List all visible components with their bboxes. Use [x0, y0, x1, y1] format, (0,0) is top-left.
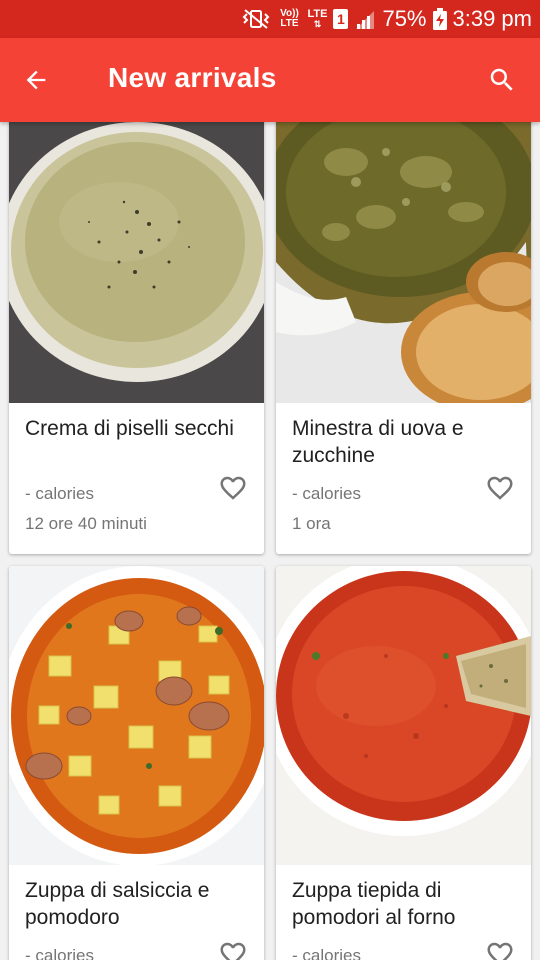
- app-bar: New arrivals: [0, 38, 540, 122]
- status-bar: Vo)) LTE LTE ⇅ 1 75% 3:39 pm: [0, 0, 540, 38]
- favorite-button[interactable]: [483, 472, 517, 504]
- lte-icon: LTE ⇅: [307, 8, 328, 30]
- recipe-photo: [276, 122, 531, 403]
- recipe-photo: [276, 566, 531, 865]
- vibrate-mute-icon: [243, 9, 270, 29]
- recipe-name: Minestra di uova e zucchine: [292, 417, 464, 467]
- favorite-button[interactable]: [483, 938, 517, 960]
- recipe-name: Zuppa di salsiccia e pomodoro: [25, 879, 210, 929]
- battery-percent: 75%: [382, 6, 427, 31]
- page-title: New arrivals: [108, 62, 277, 93]
- search-icon: [490, 68, 513, 91]
- volte-icon: Vo)) LTE: [277, 9, 301, 29]
- clock: 3:39 pm: [452, 6, 533, 31]
- heart-outline-icon: [487, 476, 513, 500]
- recipe-card[interactable]: Crema di piselli secchi - calories 12 or…: [9, 122, 264, 554]
- heart-outline-icon: [220, 476, 246, 500]
- heart-outline-icon: [220, 942, 246, 960]
- heart-outline-icon: [487, 942, 513, 960]
- recipe-name: Zuppa tiepida di pomodori al forno: [292, 879, 456, 929]
- volte-label: Vo)) LTE: [280, 8, 299, 29]
- recipe-calories: - calories: [25, 946, 94, 960]
- signal-icon: [356, 11, 375, 29]
- recipe-calories: - calories: [25, 484, 94, 503]
- search-button[interactable]: [482, 60, 522, 100]
- recipe-time: 1 ora: [292, 514, 331, 533]
- arrow-back-icon: [26, 70, 46, 90]
- recipe-card[interactable]: Minestra di uova e zucchine - calories 1…: [276, 122, 531, 554]
- recipe-calories: - calories: [292, 946, 361, 960]
- recipe-photo: [9, 566, 264, 865]
- recipe-photo: [9, 122, 264, 403]
- battery-charging-icon: [432, 8, 447, 30]
- recipe-card[interactable]: Zuppa di salsiccia e pomodoro - calories: [9, 566, 264, 960]
- back-button[interactable]: [16, 60, 56, 100]
- recipe-card[interactable]: Zuppa tiepida di pomodori al forno - cal…: [276, 566, 531, 960]
- sim-slot-icon: 1: [333, 9, 349, 29]
- favorite-button[interactable]: [216, 938, 250, 960]
- recipe-grid: Crema di piselli secchi - calories 12 or…: [0, 122, 540, 960]
- recipe-calories: - calories: [292, 484, 361, 503]
- network-label: LTE: [307, 8, 328, 20]
- status-icons: Vo)) LTE LTE ⇅ 1 75% 3:39 pm: [241, 0, 532, 38]
- recipe-name: Crema di piselli secchi: [25, 417, 234, 440]
- recipe-time: 12 ore 40 minuti: [25, 514, 147, 533]
- favorite-button[interactable]: [216, 472, 250, 504]
